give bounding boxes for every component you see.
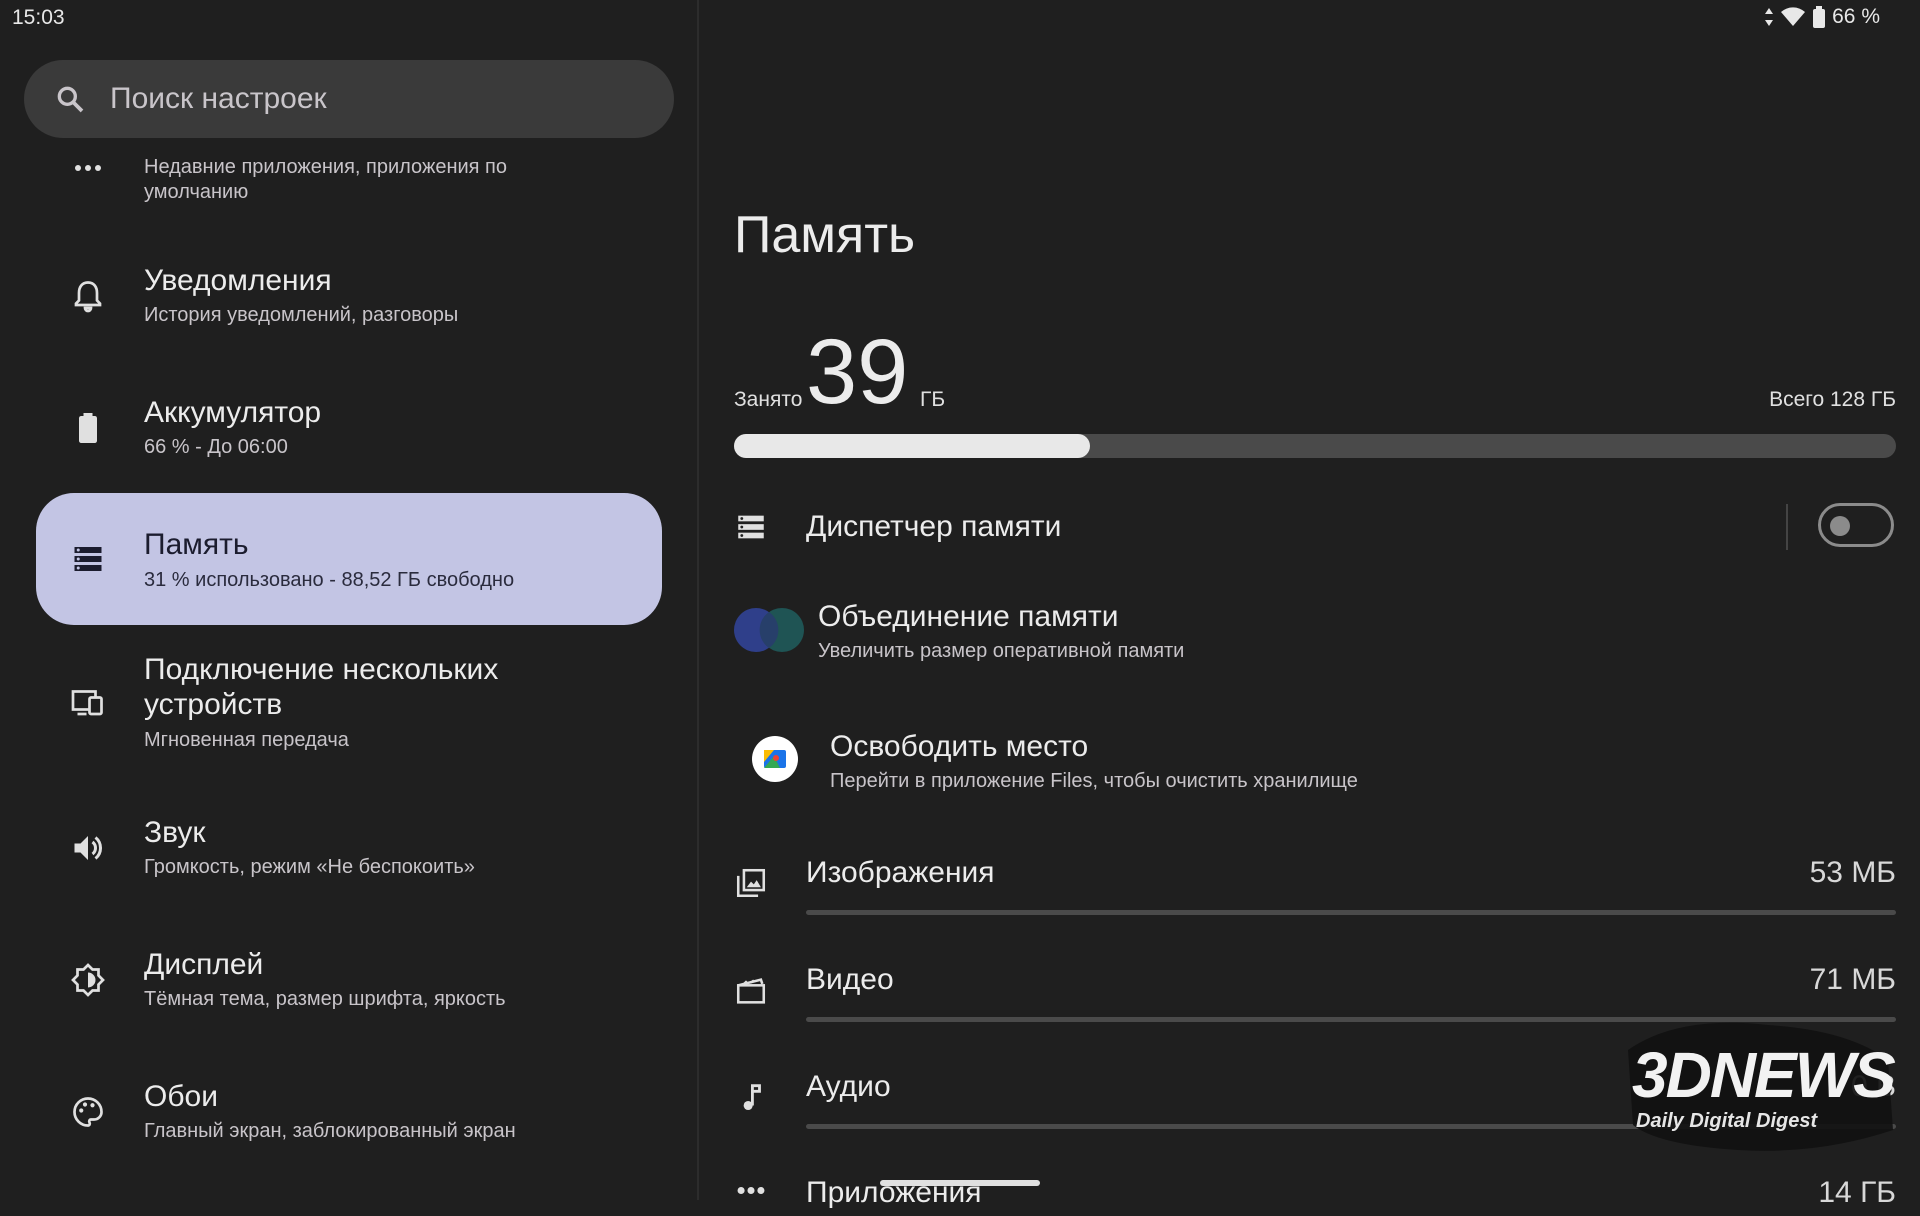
watermark-tagline: Daily Digital Digest xyxy=(1636,1110,1818,1132)
sidebar-item-subtitle: Главный экран, заблокированный экран xyxy=(144,1120,516,1142)
sidebar-item-title: Обои xyxy=(144,1080,218,1113)
devices-icon xyxy=(71,690,103,716)
sidebar-item-subtitle: 66 % - До 06:00 xyxy=(144,436,288,458)
sidebar-item-title: Аккумулятор xyxy=(144,396,322,429)
storage-manager-toggle[interactable] xyxy=(1818,503,1894,547)
image-icon xyxy=(736,868,766,898)
storage-manager-title: Диспетчер памяти xyxy=(806,510,1062,543)
battery-percent: 66 % xyxy=(1832,5,1880,28)
category-name: Аудио xyxy=(806,1070,891,1103)
sidebar-item-wallpaper[interactable]: Обои Главный экран, заблокированный экра… xyxy=(36,1074,662,1160)
watermark-brand: 3DNEWS xyxy=(1632,1039,1896,1111)
search-icon xyxy=(57,86,84,113)
files-app-icon xyxy=(752,736,798,782)
sidebar-item-notifications[interactable]: Уведомления История уведомлений, разгово… xyxy=(36,258,662,344)
toggle-separator xyxy=(1786,504,1788,550)
storage-icon xyxy=(74,547,102,571)
sidebar-item-subtitle: Недавние приложения, приложения по умолч… xyxy=(144,156,507,203)
battery-status-icon xyxy=(1813,6,1826,28)
category-bar xyxy=(806,910,1896,915)
used-unit: ГБ xyxy=(920,388,946,411)
panel-divider xyxy=(697,0,699,1200)
navigation-handle[interactable] xyxy=(880,1180,1040,1186)
total-capacity: Всего 128 ГБ xyxy=(1769,388,1896,411)
bell-icon xyxy=(74,281,102,313)
sidebar-item-title: Подключение нескольких устройств xyxy=(144,653,499,721)
storage-usage-bar xyxy=(734,434,1896,458)
sidebar-item-battery[interactable]: Аккумулятор 66 % - До 06:00 xyxy=(36,390,662,476)
volume-icon xyxy=(74,836,103,860)
memory-merge-subtitle: Увеличить размер оперативной памяти xyxy=(818,640,1185,662)
category-size: 53 МБ xyxy=(1809,856,1896,889)
sidebar-item-title: Память xyxy=(144,528,249,561)
palette-icon xyxy=(73,1097,103,1127)
sidebar-item-title: Звук xyxy=(144,816,206,849)
free-up-space-title: Освободить место xyxy=(830,730,1089,763)
used-label: Занято xyxy=(734,388,803,411)
used-value: 39 xyxy=(806,321,909,423)
category-size: 14 ГБ xyxy=(1818,1176,1896,1209)
sidebar-item-multidevice[interactable]: Подключение нескольких устройств Мгновен… xyxy=(36,652,662,762)
storage-icon xyxy=(738,515,764,539)
battery-icon xyxy=(79,413,97,443)
more-horiz-icon xyxy=(75,165,101,171)
watermark-logo: 3DNEWS Daily Digital Digest xyxy=(1618,1010,1898,1160)
sidebar-item-title: Уведомления xyxy=(144,264,332,297)
ram-rom-icon xyxy=(734,608,804,652)
sidebar-item-apps[interactable]: Недавние приложения, приложения по умолч… xyxy=(36,150,662,210)
category-name: Видео xyxy=(806,963,894,996)
storage-usage-fill xyxy=(734,434,1090,458)
data-arrows-icon xyxy=(1765,8,1774,26)
sidebar-item-title: Дисплей xyxy=(144,948,264,981)
sidebar-item-subtitle: Громкость, режим «Не беспокоить» xyxy=(144,856,475,878)
sidebar-item-display[interactable]: Дисплей Тёмная тема, размер шрифта, ярко… xyxy=(36,942,662,1028)
category-name: Изображения xyxy=(806,856,995,889)
settings-sidebar: Поиск настроек Недавние приложения, прил… xyxy=(0,0,697,1200)
category-size: 71 МБ xyxy=(1809,963,1896,996)
search-placeholder: Поиск настроек xyxy=(110,82,327,115)
status-icons: 66 % xyxy=(1764,5,1880,29)
video-icon xyxy=(736,978,766,1004)
page-title: Память xyxy=(734,206,916,264)
search-bar[interactable]: Поиск настроек xyxy=(24,60,674,138)
sidebar-item-storage[interactable]: Память 31 % использовано - 88,52 ГБ своб… xyxy=(36,493,662,625)
apps-icon xyxy=(737,1186,765,1195)
sidebar-item-sound[interactable]: Звук Громкость, режим «Не беспокоить» xyxy=(36,810,662,896)
free-up-space-subtitle: Перейти в приложение Files, чтобы очисти… xyxy=(830,770,1358,792)
sidebar-item-subtitle: Тёмная тема, размер шрифта, яркость xyxy=(144,988,506,1010)
music-icon xyxy=(743,1084,761,1111)
toggle-knob xyxy=(1830,516,1850,536)
sidebar-item-subtitle: 31 % использовано - 88,52 ГБ свободно xyxy=(144,569,515,591)
brightness-icon xyxy=(71,963,105,997)
sidebar-item-subtitle: Мгновенная передача xyxy=(144,729,349,751)
wifi-icon xyxy=(1781,7,1806,26)
memory-merge-title: Объединение памяти xyxy=(818,600,1119,633)
sidebar-item-subtitle: История уведомлений, разговоры xyxy=(144,304,459,326)
